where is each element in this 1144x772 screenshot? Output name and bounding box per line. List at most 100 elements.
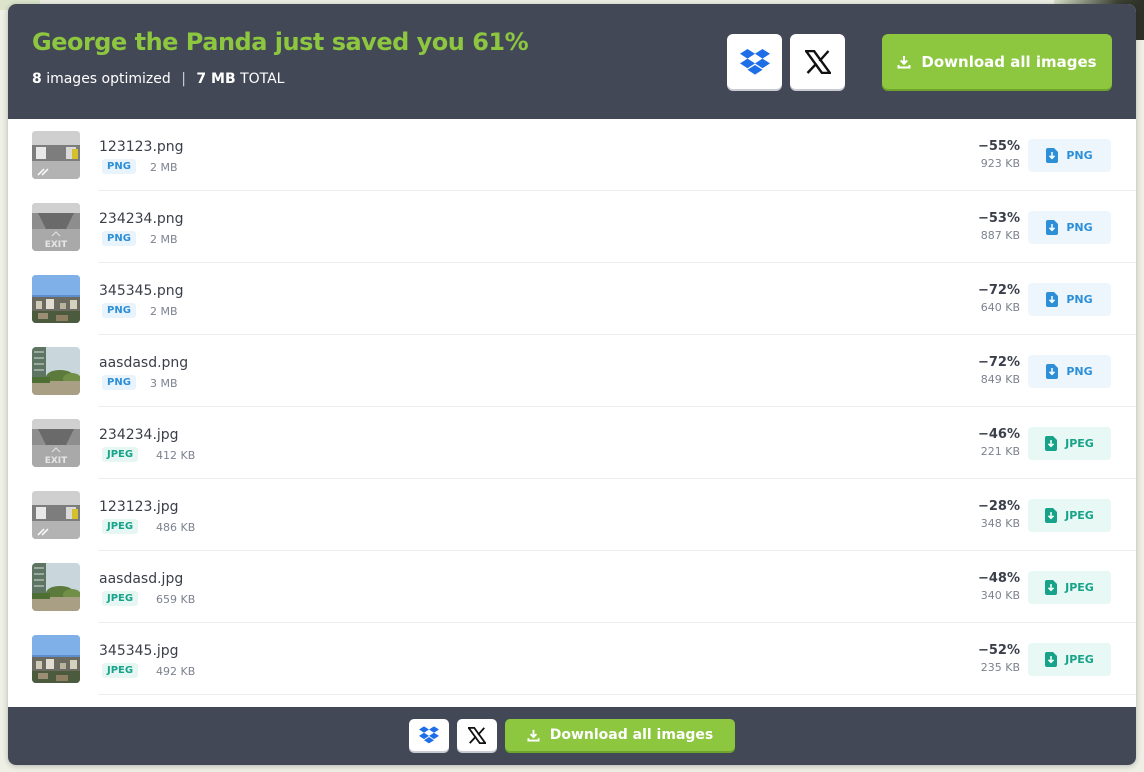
savings-percent: −46% bbox=[977, 427, 1020, 442]
optimized-size: 887 KB bbox=[980, 229, 1020, 242]
file-type-badge: JPEG bbox=[102, 519, 139, 534]
file-type-badge: PNG bbox=[102, 231, 136, 246]
original-size: 492 KB bbox=[156, 665, 196, 678]
file-type-badge: JPEG bbox=[102, 663, 139, 678]
x-logo-icon bbox=[468, 726, 486, 744]
optimized-size: 348 KB bbox=[980, 517, 1020, 530]
savings-percent: −53% bbox=[977, 211, 1020, 226]
save-to-dropbox-button[interactable] bbox=[727, 34, 782, 89]
file-type-badge: PNG bbox=[102, 303, 136, 318]
file-download-icon bbox=[1045, 436, 1058, 451]
x-logo-icon bbox=[804, 49, 831, 74]
total-label: TOTAL bbox=[240, 71, 285, 87]
download-file-label: PNG bbox=[1066, 149, 1093, 162]
results-panel: George the Panda just saved you 61% 8 im… bbox=[8, 4, 1136, 765]
original-size: 659 KB bbox=[156, 593, 196, 606]
file-name: 345345.png bbox=[99, 283, 184, 299]
results-header: George the Panda just saved you 61% 8 im… bbox=[8, 4, 1136, 119]
download-file-label: PNG bbox=[1066, 221, 1093, 234]
file-thumbnail: EXIT bbox=[32, 203, 80, 251]
original-size: 2 MB bbox=[150, 305, 178, 318]
file-row: 123123.jpg JPEG 486 KB −28% 348 KB JPEG bbox=[8, 479, 1136, 551]
download-file-button[interactable]: PNG bbox=[1028, 139, 1111, 172]
savings-percent: −72% bbox=[977, 283, 1020, 298]
footer-save-to-dropbox-button[interactable] bbox=[409, 719, 449, 751]
file-list: 123123.png PNG 2 MB −55% 923 KB PNG EXIT 234234… bbox=[8, 119, 1136, 707]
file-row: aasdasd.png PNG 3 MB −72% 849 KB PNG bbox=[8, 335, 1136, 407]
download-icon bbox=[527, 729, 540, 742]
savings-headline: George the Panda just saved you 61% bbox=[32, 28, 529, 56]
dropbox-icon bbox=[419, 726, 439, 744]
file-name: 123123.jpg bbox=[99, 499, 179, 515]
file-name: 234234.png bbox=[99, 211, 184, 227]
optimized-size: 340 KB bbox=[980, 589, 1020, 602]
download-file-button[interactable]: PNG bbox=[1028, 283, 1111, 316]
file-name: aasdasd.png bbox=[99, 355, 189, 371]
original-size: 486 KB bbox=[156, 521, 196, 534]
file-row: EXIT 234234.png PNG 2 MB −53% 887 KB PNG bbox=[8, 191, 1136, 263]
optimized-size: 923 KB bbox=[980, 157, 1020, 170]
optimized-size: 640 KB bbox=[980, 301, 1020, 314]
file-name: 123123.png bbox=[99, 139, 184, 155]
file-name: 345345.jpg bbox=[99, 643, 179, 659]
file-type-badge: JPEG bbox=[102, 447, 139, 462]
file-thumbnail bbox=[32, 635, 80, 683]
share-on-x-button[interactable] bbox=[790, 34, 845, 89]
savings-percent: −28% bbox=[977, 499, 1020, 514]
svg-text:EXIT: EXIT bbox=[45, 456, 68, 466]
file-row: aasdasd.jpg JPEG 659 KB −48% 340 KB JPEG bbox=[8, 551, 1136, 623]
file-download-icon bbox=[1046, 364, 1059, 379]
summary-separator: | bbox=[181, 71, 186, 87]
optimized-size: 235 KB bbox=[980, 661, 1020, 674]
download-file-button[interactable]: PNG bbox=[1028, 211, 1111, 244]
download-file-button[interactable]: JPEG bbox=[1028, 427, 1111, 460]
file-thumbnail bbox=[32, 131, 80, 179]
download-file-label: PNG bbox=[1066, 365, 1093, 378]
original-size: 2 MB bbox=[150, 161, 178, 174]
image-count: 8 bbox=[32, 71, 42, 87]
file-name: 234234.jpg bbox=[99, 427, 179, 443]
file-thumbnail bbox=[32, 275, 80, 323]
savings-percent: −55% bbox=[977, 139, 1020, 154]
savings-percent: −52% bbox=[977, 643, 1020, 658]
download-file-button[interactable]: JPEG bbox=[1028, 643, 1111, 676]
file-download-icon bbox=[1045, 580, 1058, 595]
download-icon bbox=[897, 55, 911, 68]
download-file-button[interactable]: PNG bbox=[1028, 355, 1111, 388]
results-footer: Download all images bbox=[8, 707, 1136, 765]
download-all-label: Download all images bbox=[921, 52, 1097, 71]
optimized-size: 221 KB bbox=[980, 445, 1020, 458]
file-thumbnail: EXIT bbox=[32, 419, 80, 467]
file-download-icon bbox=[1046, 148, 1059, 163]
file-row: 345345.jpg JPEG 492 KB −52% 235 KB JPEG bbox=[8, 623, 1136, 695]
download-file-button[interactable]: JPEG bbox=[1028, 499, 1111, 532]
file-thumbnail bbox=[32, 491, 80, 539]
file-row: 123123.png PNG 2 MB −55% 923 KB PNG bbox=[8, 119, 1136, 191]
optimized-size: 849 KB bbox=[980, 373, 1020, 386]
file-download-icon bbox=[1045, 508, 1058, 523]
original-size: 412 KB bbox=[156, 449, 196, 462]
savings-percent: −72% bbox=[977, 355, 1020, 370]
footer-download-all-label: Download all images bbox=[549, 727, 714, 743]
file-thumbnail bbox=[32, 563, 80, 611]
file-download-icon bbox=[1046, 292, 1059, 307]
svg-text:EXIT: EXIT bbox=[45, 240, 68, 250]
download-file-label: JPEG bbox=[1065, 581, 1094, 594]
file-row: 345345.png PNG 2 MB −72% 640 KB PNG bbox=[8, 263, 1136, 335]
footer-share-on-x-button[interactable] bbox=[457, 719, 497, 751]
download-file-label: JPEG bbox=[1065, 653, 1094, 666]
original-size: 2 MB bbox=[150, 233, 178, 246]
file-type-badge: JPEG bbox=[102, 591, 139, 606]
file-type-badge: PNG bbox=[102, 375, 136, 390]
original-size: 3 MB bbox=[150, 377, 178, 390]
total-size: 7 MB bbox=[196, 71, 236, 87]
download-all-button[interactable]: Download all images bbox=[882, 34, 1112, 89]
download-file-button[interactable]: JPEG bbox=[1028, 571, 1111, 604]
file-type-badge: PNG bbox=[102, 159, 136, 174]
row-divider bbox=[98, 694, 1136, 695]
file-row: EXIT 234234.jpg JPEG 412 KB −46% 221 KB JPEG bbox=[8, 407, 1136, 479]
file-download-icon bbox=[1045, 652, 1058, 667]
footer-download-all-button[interactable]: Download all images bbox=[505, 719, 735, 751]
file-download-icon bbox=[1046, 220, 1059, 235]
download-file-label: JPEG bbox=[1065, 509, 1094, 522]
